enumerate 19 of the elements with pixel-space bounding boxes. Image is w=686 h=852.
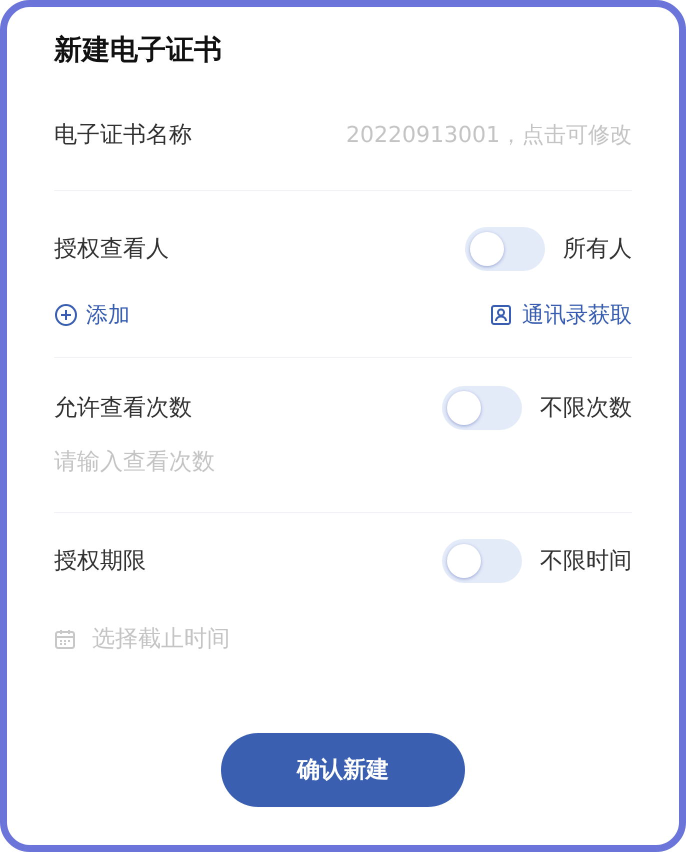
toggle-label: 所有人 bbox=[563, 234, 632, 264]
confirm-button[interactable]: 确认新建 bbox=[221, 733, 465, 807]
toggle-switch[interactable] bbox=[465, 227, 545, 271]
dialog-title: 新建电子证书 bbox=[54, 32, 223, 68]
toggle-label: 不限时间 bbox=[540, 546, 632, 576]
field-label: 允许查看次数 bbox=[54, 394, 193, 423]
toggle-switch[interactable] bbox=[442, 386, 522, 430]
toggle-switch[interactable] bbox=[442, 539, 522, 583]
add-link[interactable]: 添加 bbox=[54, 298, 130, 332]
toggle-label: 不限次数 bbox=[540, 394, 632, 423]
field-label: 授权查看人 bbox=[54, 234, 170, 264]
field-label: 电子证书名称 bbox=[54, 121, 192, 150]
calendar-icon bbox=[54, 628, 76, 650]
contacts-icon bbox=[490, 304, 512, 326]
certificate-name-input[interactable]: 20220913001，点击可修改 bbox=[292, 119, 632, 152]
count-input[interactable]: 请输入查看次数 bbox=[54, 442, 632, 482]
contacts-link[interactable]: 通讯录获取 bbox=[490, 298, 632, 332]
plus-circle-icon bbox=[54, 303, 78, 327]
field-label: 授权期限 bbox=[54, 546, 147, 576]
